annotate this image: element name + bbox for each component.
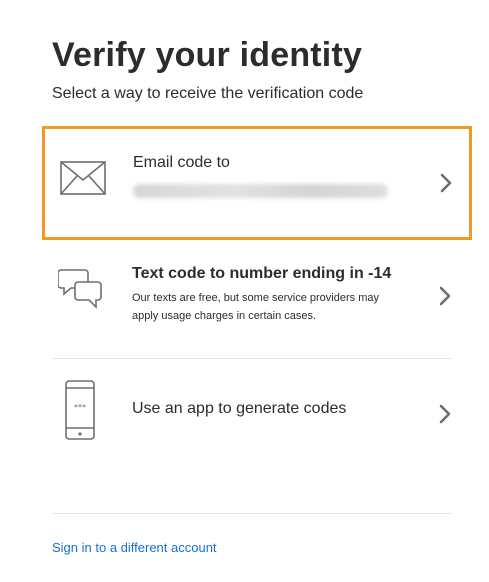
envelope-icon	[60, 161, 106, 200]
verify-identity-page: Verify your identity Select a way to rec…	[0, 0, 489, 582]
svg-text:***: ***	[74, 403, 86, 412]
divider	[52, 513, 452, 514]
divider	[52, 358, 452, 359]
option-text-message[interactable]: Text code to number ending in -14 Our te…	[52, 262, 452, 342]
phone-icon: ***	[65, 380, 95, 445]
option-authenticator-app[interactable]: *** Use an app to generate codes	[52, 380, 452, 442]
redacted-email-address	[133, 184, 388, 198]
page-title: Verify your identity	[52, 36, 363, 74]
page-subtitle: Select a way to receive the verification…	[52, 85, 364, 102]
option-app-label: Use an app to generate codes	[132, 400, 347, 417]
chat-bubbles-icon	[57, 266, 104, 317]
option-email-text: Email code to	[133, 154, 388, 198]
sign-in-different-account-link[interactable]: Sign in to a different account	[52, 540, 217, 555]
chevron-right-icon	[438, 404, 452, 429]
option-text-text: Text code to number ending in -14 Our te…	[132, 265, 402, 325]
option-app-text: Use an app to generate codes	[132, 400, 346, 418]
chevron-right-icon	[438, 286, 452, 311]
option-text-description: Our texts are free, but some service pro…	[132, 292, 379, 322]
option-email[interactable]: Email code to	[42, 126, 472, 240]
chevron-right-icon	[439, 173, 453, 198]
option-text-label: Text code to number ending in -14	[132, 265, 392, 282]
option-email-label: Email code to	[133, 154, 230, 171]
